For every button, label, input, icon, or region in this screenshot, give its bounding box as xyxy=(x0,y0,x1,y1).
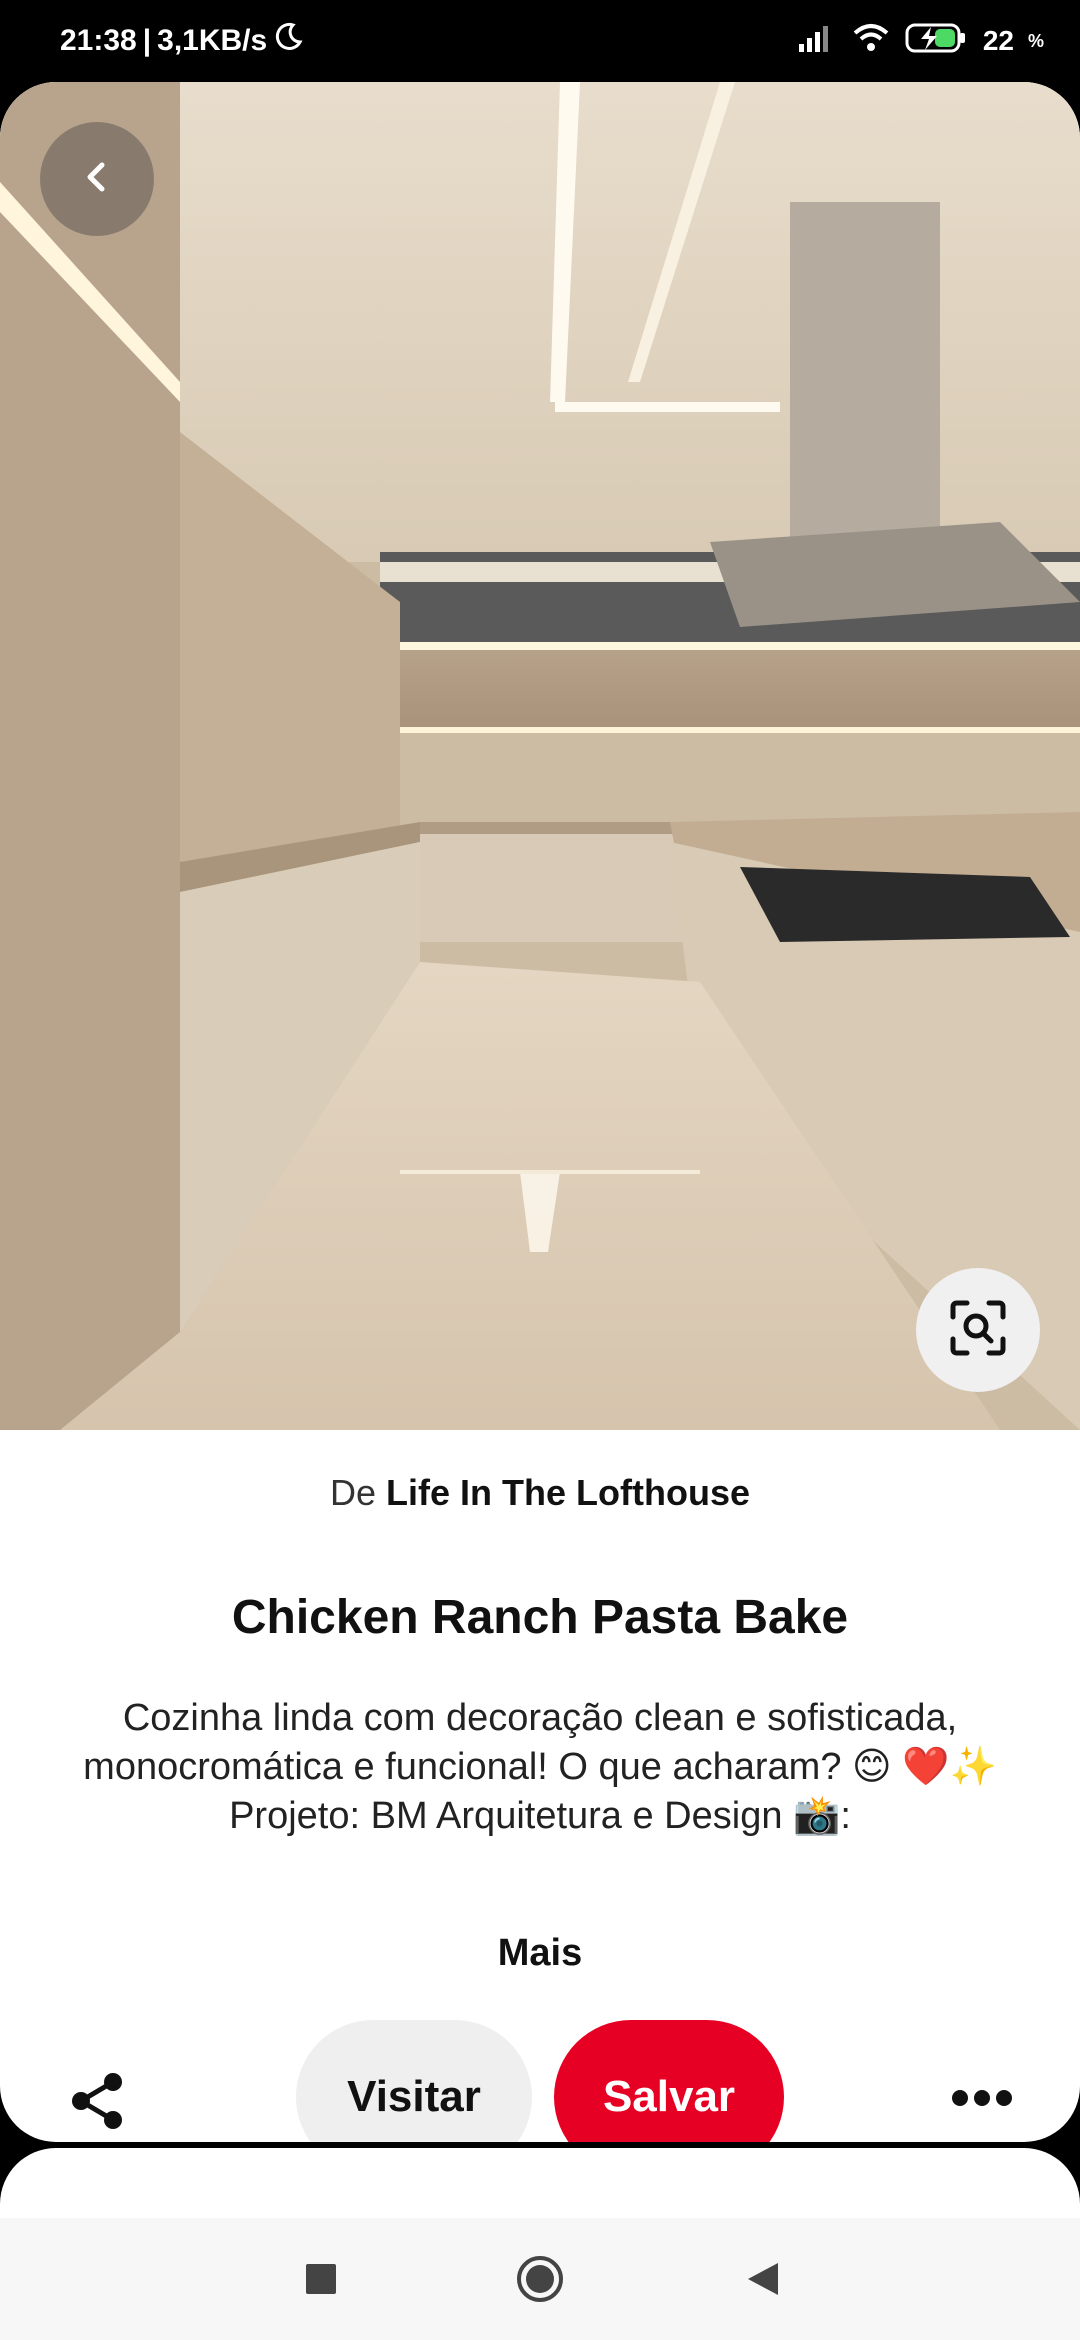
pin-description: Cozinha linda com decoração clean e sofi… xyxy=(83,1697,997,1837)
status-left: 21:38 | 3,1KB/s xyxy=(60,22,303,60)
signal-icon xyxy=(797,24,837,59)
more-options-button[interactable] xyxy=(946,2076,1018,2124)
wifi-icon xyxy=(851,23,891,60)
recents-square-icon[interactable] xyxy=(296,2254,346,2304)
ellipsis-icon xyxy=(950,2088,1014,2113)
battery-charging-icon xyxy=(905,22,969,61)
save-button[interactable]: Salvar xyxy=(554,2020,784,2142)
status-right: 22 % xyxy=(797,22,1044,61)
share-button[interactable] xyxy=(60,2065,136,2141)
pin-card: De Life In The Lofthouse Chicken Ranch P… xyxy=(0,82,1080,2142)
status-time: 21:38 xyxy=(60,24,137,57)
network-speed: 3,1KB/s xyxy=(157,24,268,57)
lens-search-icon xyxy=(947,1297,1009,1364)
source-name[interactable]: Life In The Lofthouse xyxy=(386,1472,750,1513)
status-bar: 21:38 | 3,1KB/s 22 % xyxy=(0,0,1080,82)
back-triangle-icon[interactable] xyxy=(738,2254,788,2304)
more-link[interactable]: Mais xyxy=(0,1932,1080,1975)
pin-image[interactable] xyxy=(0,82,1080,1430)
action-row: Visitar Salvar xyxy=(0,2020,1080,2142)
source-prefix: De xyxy=(329,1472,377,1513)
share-icon xyxy=(67,2070,129,2137)
navigation-bar xyxy=(0,2218,1080,2340)
moon-icon xyxy=(273,22,303,60)
visit-button[interactable]: Visitar xyxy=(296,2020,532,2142)
visual-search-button[interactable] xyxy=(916,1268,1040,1392)
kitchen-photo xyxy=(0,82,1080,1430)
pin-source[interactable]: De Life In The Lofthouse xyxy=(0,1472,1080,1514)
battery-percent: 22 xyxy=(982,25,1014,56)
chevron-left-icon xyxy=(77,157,117,202)
home-circle-icon[interactable] xyxy=(515,2254,565,2304)
back-button[interactable] xyxy=(40,122,154,236)
pin-title: Chicken Ranch Pasta Bake xyxy=(231,1591,849,1644)
